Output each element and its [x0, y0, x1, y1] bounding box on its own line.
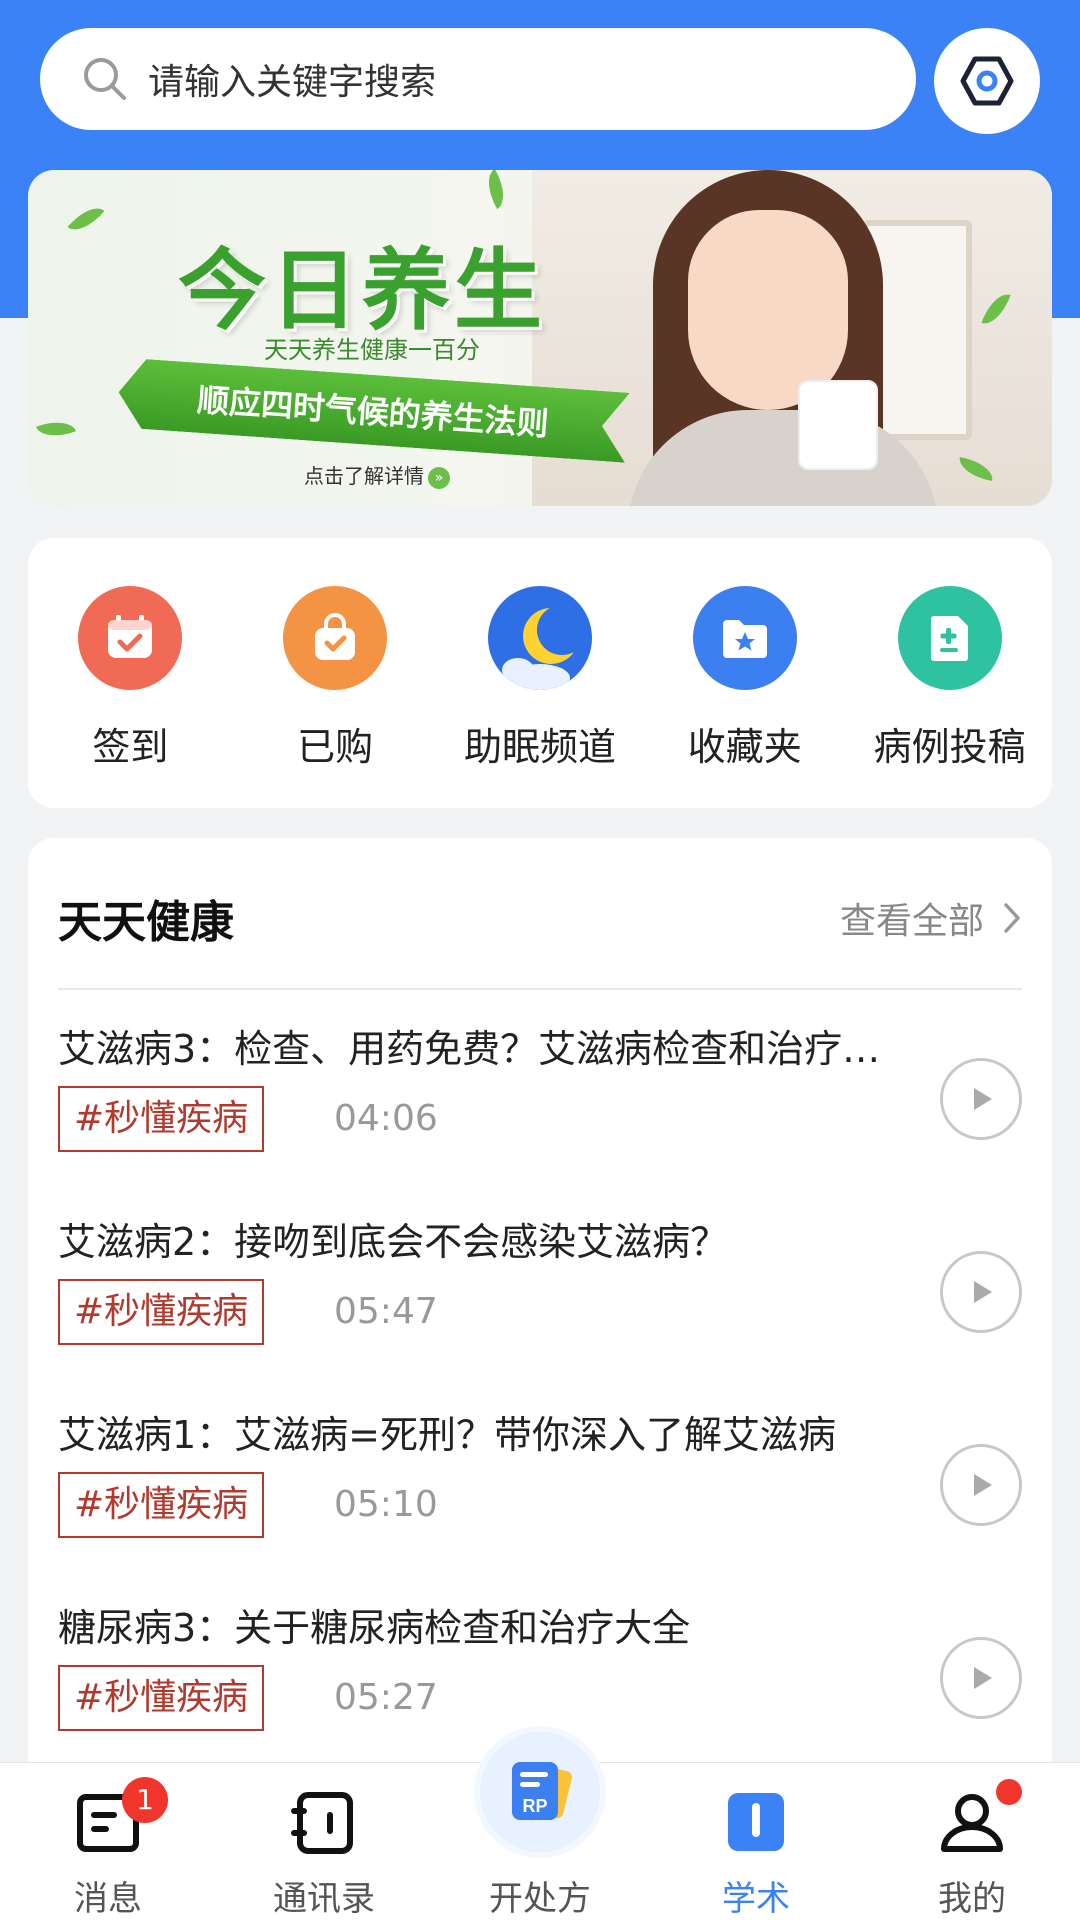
play-button[interactable] [940, 1058, 1022, 1140]
shortcut-label: 病例投稿 [873, 725, 1026, 769]
shortcut-favorites[interactable]: 收藏夹 [645, 586, 845, 771]
double-chevron-right-icon: » [428, 466, 450, 489]
play-button[interactable] [940, 1251, 1022, 1333]
settings-button[interactable] [934, 28, 1040, 134]
calendar-check-icon [78, 586, 183, 690]
message-icon: 1 [72, 1777, 168, 1859]
tab-label: 通讯录 [273, 1879, 375, 1919]
search-icon [84, 58, 126, 100]
search-bar[interactable]: 请输入关键字搜索 [40, 28, 916, 130]
banner-ribbon-text: 顺应四时气候的养生法则 [195, 380, 550, 444]
medical-document-icon [897, 586, 1002, 690]
shopping-bag-icon [283, 586, 388, 690]
shortcut-case-submission[interactable]: 病例投稿 [850, 586, 1050, 771]
leaf-decoration [479, 170, 513, 210]
notification-dot [996, 1779, 1022, 1805]
section-title: 天天健康 [58, 897, 234, 948]
banner-details-label: 点击了解详情 [304, 464, 424, 488]
hexagon-settings-icon [960, 56, 1014, 106]
tab-messages[interactable]: 1 消息 [0, 1763, 216, 1920]
user-icon [936, 1779, 1022, 1859]
unread-badge: 1 [122, 1777, 168, 1823]
shortcut-label: 收藏夹 [687, 725, 802, 769]
banner-cup-image [798, 380, 878, 470]
address-book-icon [288, 1787, 360, 1859]
play-icon [974, 1281, 992, 1303]
prescription-rp-icon: RP [512, 1762, 573, 1820]
video-title: 糖尿病3：关于糖尿病检查和治疗大全 [58, 1606, 691, 1650]
play-icon [974, 1667, 992, 1689]
tab-label: 开处方 [489, 1879, 591, 1919]
shortcut-label: 已购 [297, 725, 374, 769]
book-icon [720, 1787, 792, 1859]
video-duration: 05:27 [334, 1677, 438, 1718]
prescribe-center-button[interactable]: RP [480, 1732, 600, 1852]
tab-label: 我的 [938, 1879, 1006, 1919]
chevron-right-icon [1004, 903, 1020, 933]
banner-title: 今日养生 [178, 239, 547, 342]
video-list-item[interactable]: 艾滋病3：检查、用药免费？艾滋病检查和治疗… #秒懂疾病 04:06 [58, 1018, 1022, 1178]
shortcut-purchased[interactable]: 已购 [235, 586, 435, 771]
video-title: 艾滋病3：检查、用药免费？艾滋病检查和治疗… [58, 1027, 881, 1071]
video-tag[interactable]: #秒懂疾病 [58, 1279, 265, 1345]
video-duration: 04:06 [334, 1098, 438, 1139]
view-all-link[interactable]: 查看全部 [840, 892, 1022, 944]
video-duration: 05:47 [334, 1291, 438, 1332]
video-tag[interactable]: #秒懂疾病 [58, 1472, 265, 1538]
shortcut-label: 签到 [92, 725, 169, 769]
moon-icon [487, 586, 592, 690]
view-all-label: 查看全部 [839, 901, 984, 942]
play-icon [974, 1088, 992, 1110]
play-button[interactable] [940, 1637, 1022, 1719]
shortcut-sleep-channel[interactable]: 助眠频道 [440, 586, 640, 771]
star-folder-icon [692, 586, 797, 690]
section-header: 天天健康 查看全部 [58, 888, 1022, 948]
tab-academic[interactable]: 学术 [648, 1763, 864, 1920]
video-list-item[interactable]: 艾滋病1：艾滋病=死刑？带你深入了解艾滋病 #秒懂疾病 05:10 [58, 1404, 1022, 1564]
video-tag[interactable]: #秒懂疾病 [58, 1665, 265, 1731]
tab-contacts[interactable]: 通讯录 [216, 1763, 432, 1920]
leaf-decoration [36, 414, 76, 444]
banner-subtitle: 天天养生健康一百分 [264, 336, 480, 364]
play-icon [974, 1474, 992, 1496]
divider [58, 988, 1022, 990]
shortcut-checkin[interactable]: 签到 [30, 586, 230, 771]
tab-label: 学术 [722, 1879, 790, 1919]
promo-banner[interactable]: 今日养生 天天养生健康一百分 顺应四时气候的养生法则 点击了解详情» [28, 170, 1052, 506]
video-title: 艾滋病1：艾滋病=死刑？带你深入了解艾滋病 [58, 1413, 837, 1457]
banner-details-link[interactable]: 点击了解详情» [304, 460, 450, 489]
video-duration: 05:10 [334, 1484, 438, 1525]
video-title: 艾滋病2：接吻到底会不会感染艾滋病？ [58, 1220, 729, 1264]
tab-mine[interactable]: 我的 [864, 1763, 1080, 1920]
video-list-item[interactable]: 艾滋病2：接吻到底会不会感染艾滋病？ #秒懂疾病 05:47 [58, 1211, 1022, 1371]
play-button[interactable] [940, 1444, 1022, 1526]
video-tag[interactable]: #秒懂疾病 [58, 1086, 265, 1152]
svg-text:RP: RP [522, 1796, 547, 1816]
shortcut-label: 助眠频道 [463, 725, 616, 769]
tab-label: 消息 [74, 1879, 142, 1919]
search-input[interactable]: 请输入关键字搜索 [148, 53, 436, 105]
leaf-decoration [67, 199, 105, 239]
shortcut-grid: 签到 已购 助眠频道 收藏夹 病例投稿 [28, 538, 1052, 808]
